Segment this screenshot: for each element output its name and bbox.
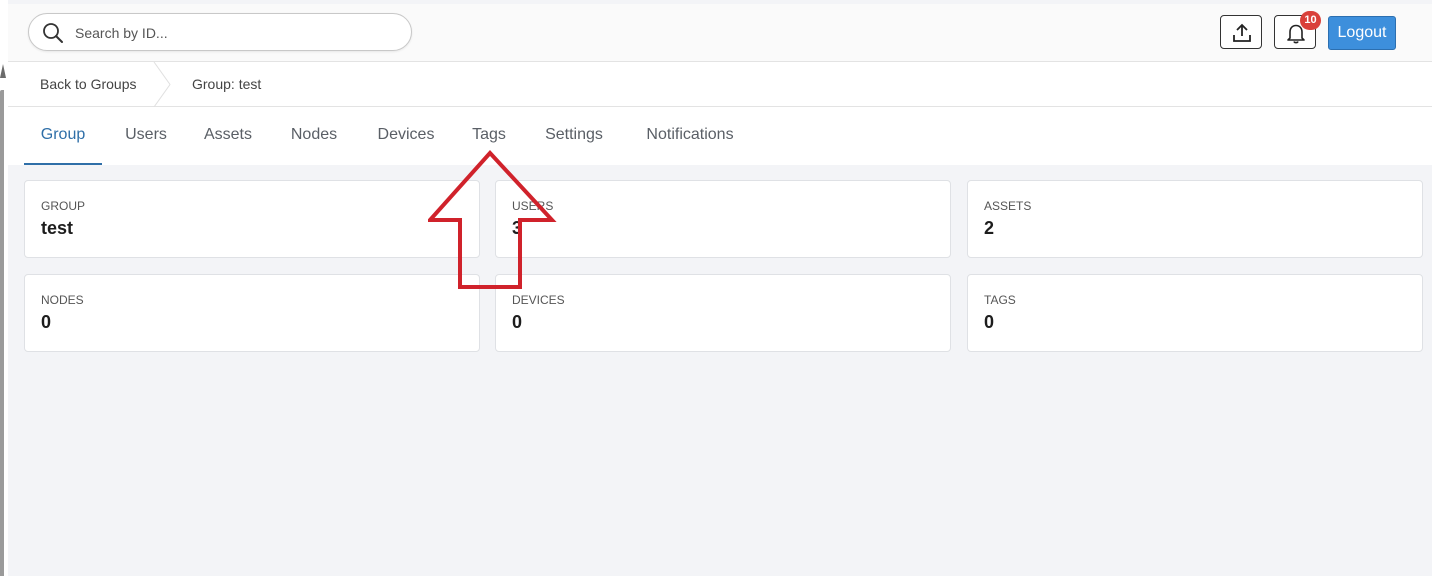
search-input[interactable] xyxy=(75,22,395,44)
card-label: ASSETS xyxy=(984,199,1032,213)
window-left-edge xyxy=(0,0,8,576)
logout-button[interactable]: Logout xyxy=(1328,16,1396,50)
summary-card-nodes: NODES 0 xyxy=(24,274,480,352)
card-value: test xyxy=(41,218,74,238)
scrollbar[interactable] xyxy=(0,90,4,576)
breadcrumb-chevron-icon xyxy=(153,62,171,107)
breadcrumb-back-to-groups[interactable]: Back to Groups xyxy=(40,62,137,107)
notification-count-badge: 10 xyxy=(1300,11,1321,30)
tab-notifications[interactable]: Notifications xyxy=(634,107,746,165)
summary-card-group: GROUP test xyxy=(24,180,480,258)
tab-group[interactable]: Group xyxy=(24,107,102,165)
tab-nodes[interactable]: Nodes xyxy=(278,107,350,165)
card-value: 2 xyxy=(984,218,995,238)
tab-assets[interactable]: Assets xyxy=(192,107,264,165)
search-box[interactable] xyxy=(28,13,412,51)
card-value: 0 xyxy=(512,312,523,332)
upload-button[interactable] xyxy=(1220,15,1262,49)
card-label: DEVICES xyxy=(512,293,565,307)
card-value: 0 xyxy=(984,312,995,332)
summary-card-assets: ASSETS 2 xyxy=(967,180,1423,258)
up-arrow-annotation-icon xyxy=(428,150,557,289)
top-bar: 10 Logout xyxy=(8,4,1432,62)
tab-users[interactable]: Users xyxy=(112,107,180,165)
card-label: NODES xyxy=(41,293,84,307)
breadcrumb: Back to Groups Group: test xyxy=(8,62,1432,107)
card-label: TAGS xyxy=(984,293,1016,307)
breadcrumb-current-group: Group: test xyxy=(192,76,262,92)
scroll-up-arrow-icon[interactable] xyxy=(0,64,6,78)
summary-card-tags: TAGS 0 xyxy=(967,274,1423,352)
app-window: 10 Logout Back to Groups Group: test Gro… xyxy=(8,0,1432,576)
card-value: 0 xyxy=(41,312,52,332)
upload-icon xyxy=(1233,23,1251,42)
card-label: GROUP xyxy=(41,199,86,213)
tab-bar: Group Users Assets Nodes Devices Tags Se… xyxy=(8,107,1432,165)
search-icon xyxy=(43,23,63,43)
